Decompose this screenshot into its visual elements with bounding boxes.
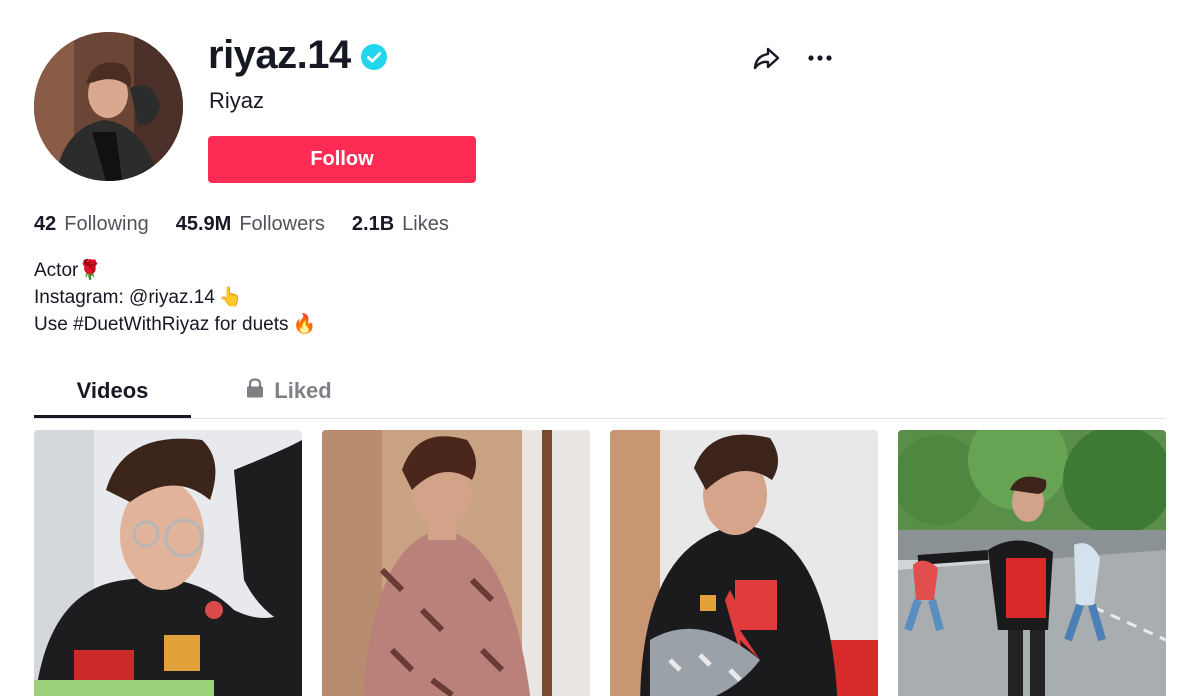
more-dots-icon <box>805 43 835 78</box>
video-thumbnail[interactable] <box>34 430 302 696</box>
tab-label: Videos <box>76 378 149 403</box>
likes-stat: 2.1B Likes <box>352 213 449 236</box>
profile-page: riyaz.14 Riyaz Follow 42 Following 45.9M… <box>0 0 1200 696</box>
bio-line: Use #DuetWithRiyaz for duets 🔥 <box>34 311 316 338</box>
bio-text: Actor <box>34 260 79 281</box>
share-button[interactable] <box>750 44 782 76</box>
rose-emoji: 🌹 <box>78 260 103 281</box>
avatar[interactable] <box>34 32 183 181</box>
video-thumbnail[interactable] <box>322 430 590 696</box>
following-count: 42 <box>34 213 57 235</box>
bio: Actor 🌹 Instagram: @riyaz.14 👆 Use #DuetWi… <box>34 257 316 338</box>
following-label: Following <box>64 213 149 235</box>
likes-count: 2.1B <box>351 213 395 235</box>
pointing-up-emoji: 👆 <box>218 287 243 308</box>
followers-label: Followers <box>239 213 325 235</box>
video-thumbnail[interactable] <box>610 430 878 696</box>
bio-text: Use #DuetWithRiyaz for duets <box>34 314 289 335</box>
follow-button[interactable]: Follow <box>208 136 476 183</box>
video-thumbnail[interactable] <box>898 430 1166 696</box>
tab-videos[interactable]: Videos <box>34 366 191 418</box>
profile-tabs: Videos Liked <box>34 366 1166 419</box>
likes-label: Likes <box>402 213 449 235</box>
verified-badge-icon <box>360 44 387 70</box>
video-grid <box>34 430 1166 696</box>
fire-emoji: 🔥 <box>292 314 317 335</box>
bio-line: Instagram: @riyaz.14 👆 <box>34 284 316 311</box>
username: riyaz.14 <box>208 32 351 77</box>
profile-stats: 42 Following 45.9M Followers 2.1B Likes <box>34 213 476 236</box>
bio-line: Actor 🌹 <box>34 257 316 284</box>
username-row: riyaz.14 <box>208 30 387 80</box>
share-arrow-icon <box>751 43 781 78</box>
followers-count: 45.9M <box>175 213 232 235</box>
more-options-button[interactable] <box>804 44 836 76</box>
tab-liked[interactable]: Liked <box>224 366 354 416</box>
display-name: Riyaz <box>209 88 265 113</box>
following-stat[interactable]: 42 Following <box>34 213 149 236</box>
active-tab-indicator <box>34 415 191 418</box>
tab-label: Liked <box>274 378 332 403</box>
bio-text: Instagram: @riyaz.14 <box>34 287 215 308</box>
lock-icon <box>246 378 264 404</box>
followers-stat[interactable]: 45.9M Followers <box>176 213 325 236</box>
